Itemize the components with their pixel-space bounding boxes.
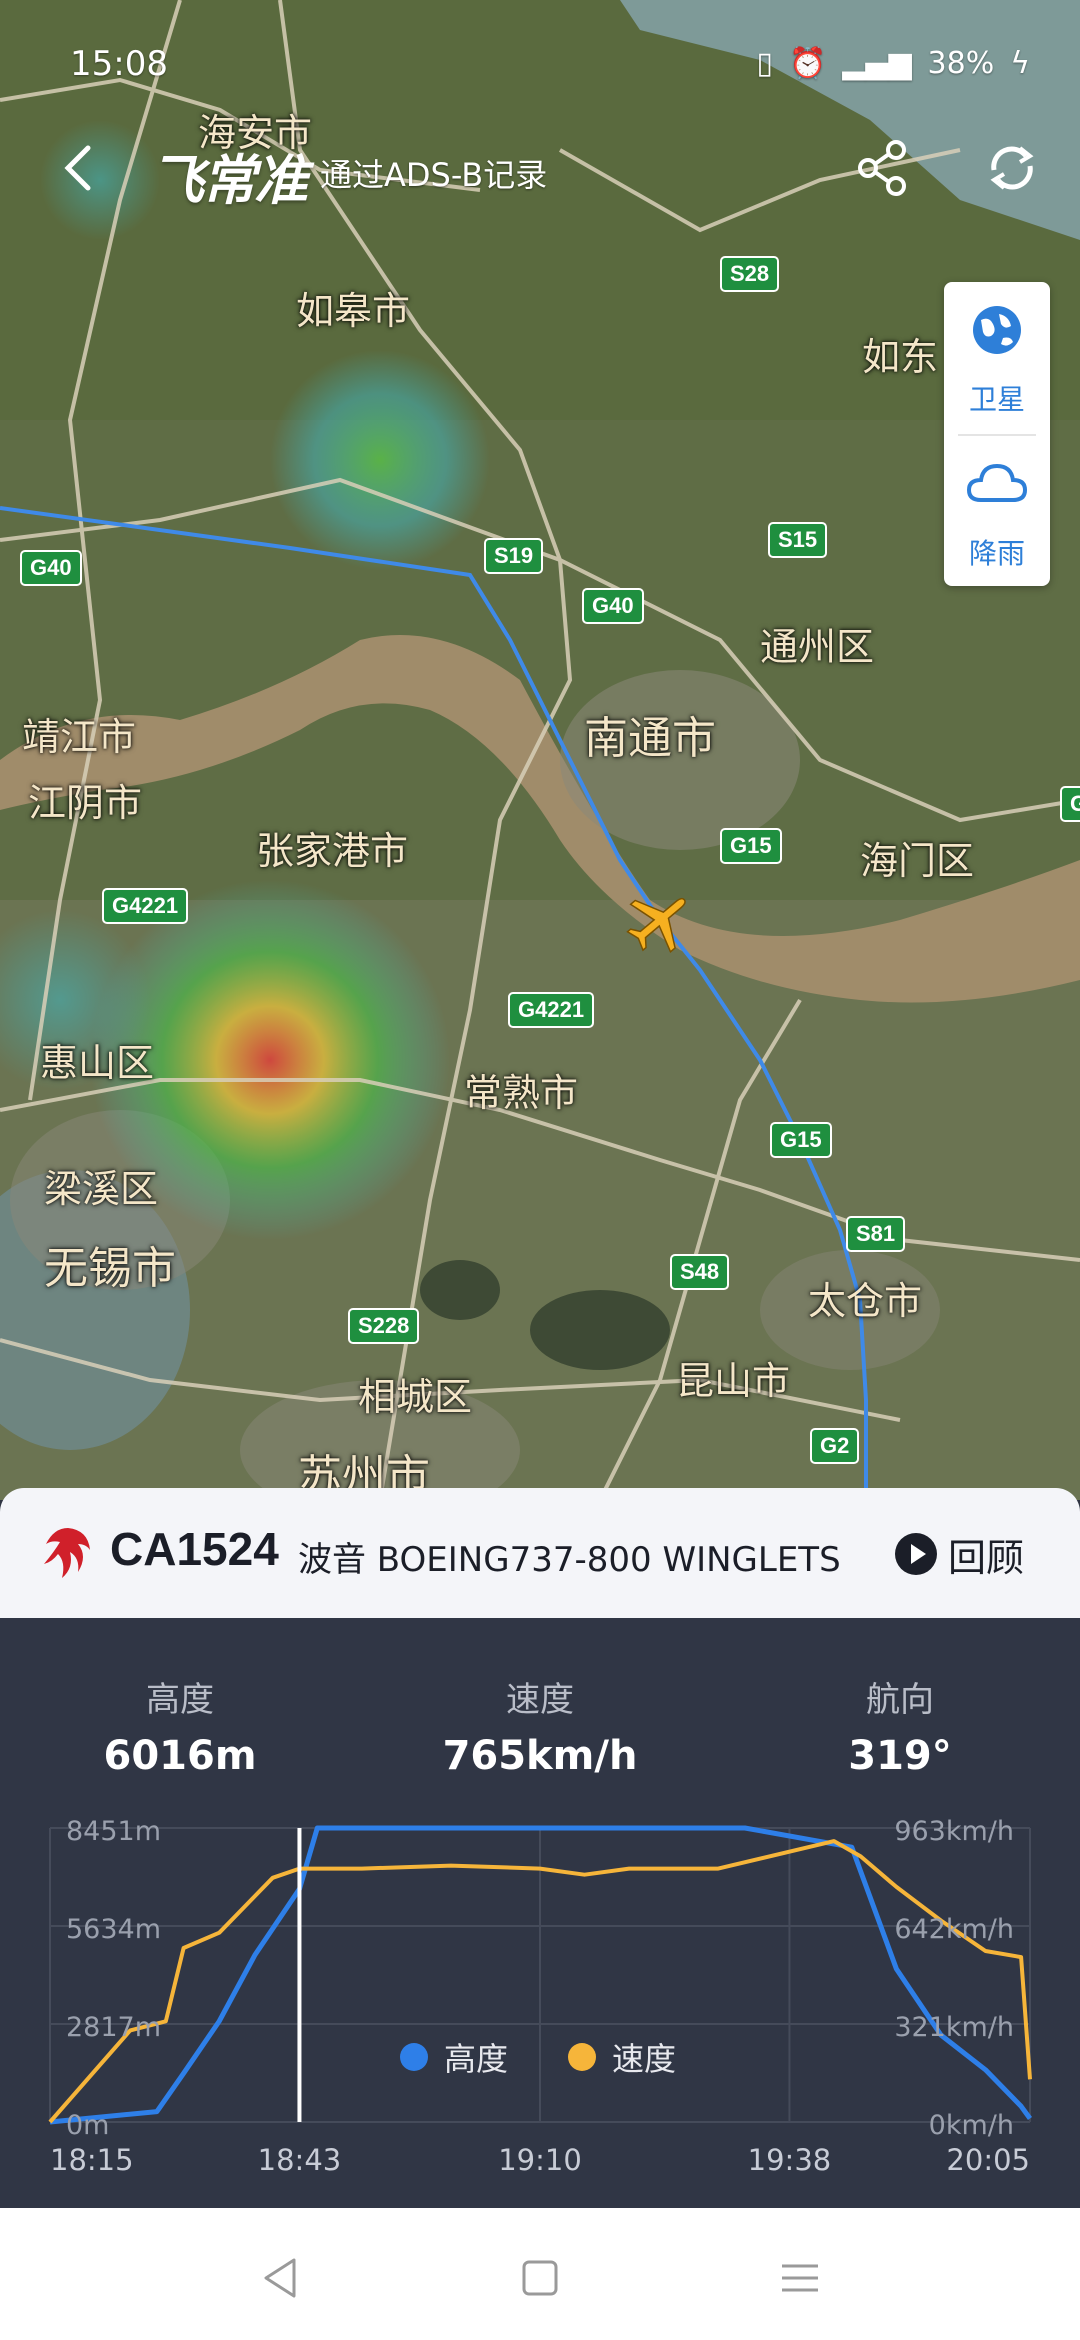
- city-label: 无锡市: [44, 1243, 176, 1294]
- city-label: 昆山市: [676, 1359, 791, 1403]
- satellite-map[interactable]: 15:08 ▯ ⏰ ▂▄▆ 38% ϟ 飞常准 通过ADS-B记录 卫星 降雨 …: [0, 0, 1080, 1500]
- city-label: 太仓市: [808, 1279, 923, 1323]
- road-shield: G4221: [508, 992, 595, 1028]
- road-shield: G15: [770, 1122, 832, 1158]
- city-label: 南通市: [584, 713, 716, 764]
- stat-heading: 航向 319°: [750, 1672, 1050, 1779]
- aircraft-type: 波音 BOEING737-800 WINGLETS: [298, 1540, 841, 1580]
- road-shield: G: [1060, 786, 1080, 822]
- city-label: 江阴市: [28, 781, 143, 825]
- replay-button[interactable]: 回顾: [894, 1524, 1024, 1584]
- stat-title: 航向: [866, 1680, 934, 1720]
- stat-title: 高度: [146, 1680, 214, 1720]
- flight-number: CA1524: [110, 1523, 279, 1575]
- stat-title: 速度: [506, 1680, 574, 1720]
- city-label: 海安市: [198, 111, 313, 155]
- layer-satellite-button[interactable]: 卫星: [944, 282, 1050, 432]
- road-shield: S19: [484, 538, 544, 574]
- layer-satellite-label: 卫星: [968, 383, 1025, 416]
- nav-home-icon[interactable]: [510, 2248, 570, 2308]
- city-label: 如皋市: [296, 289, 411, 333]
- road-shield: G40: [20, 550, 82, 586]
- status-time: 15:08: [70, 44, 168, 84]
- status-bar: 15:08 ▯ ⏰ ▂▄▆ 38% ϟ: [0, 0, 1080, 130]
- road-shield: S28: [720, 256, 780, 292]
- nav-menu-icon[interactable]: [770, 2248, 830, 2308]
- road-shield: G15: [720, 828, 782, 864]
- layer-rain-button[interactable]: 降雨: [944, 436, 1050, 586]
- layer-rain-label: 降雨: [968, 537, 1025, 570]
- system-nav-bar: [0, 2208, 1080, 2340]
- alarm-icon: ⏰: [788, 46, 827, 81]
- city-label: 梁溪区: [44, 1167, 159, 1211]
- city-label: 相城区: [358, 1375, 473, 1419]
- status-icons: ▯ ⏰ ▂▄▆ 38% ϟ: [756, 46, 1030, 81]
- city-label: 靖江市: [22, 715, 137, 759]
- globe-icon: [973, 306, 1021, 354]
- airplane-icon[interactable]: [624, 886, 694, 956]
- vibrate-icon: ▯: [756, 46, 773, 81]
- chart-legend: 高度 速度: [400, 2034, 676, 2080]
- stat-speed: 速度 765km/h: [390, 1672, 690, 1779]
- city-label: 通州区: [760, 625, 875, 669]
- legend-dot: [400, 2043, 428, 2071]
- stat-value: 6016m: [103, 1733, 257, 1779]
- signal-icon: ▂▄▆: [842, 46, 912, 81]
- stat-altitude: 高度 6016m: [30, 1672, 330, 1779]
- city-label: 常熟市: [464, 1071, 579, 1115]
- road-shield: G4221: [102, 888, 189, 924]
- city-label: 惠山区: [40, 1041, 155, 1085]
- nav-back-icon[interactable]: [250, 2248, 310, 2308]
- city-label: 海门区: [860, 839, 975, 883]
- refresh-icon[interactable]: [980, 136, 1044, 200]
- play-icon: [895, 1533, 937, 1575]
- city-label: 张家港市: [256, 829, 409, 873]
- back-arrow-icon[interactable]: [50, 138, 110, 198]
- city-label: 如东: [862, 335, 939, 379]
- road-shield: S228: [348, 1308, 420, 1344]
- road-shield: S48: [670, 1254, 730, 1290]
- road-shield: S15: [768, 522, 828, 558]
- legend-dot: [568, 2043, 597, 2071]
- legend-label: 高度: [444, 2040, 509, 2078]
- road-shield: G40: [582, 588, 644, 624]
- flight-info-header: CA1524 波音 BOEING737-800 WINGLETS 回顾: [0, 1488, 1080, 1618]
- legend-item-speed: 速度: [568, 2034, 676, 2080]
- flight-stats-panel: 高度 6016m 速度 765km/h 航向 319°: [0, 1618, 1080, 2208]
- legend-item-altitude: 高度: [400, 2034, 508, 2080]
- share-icon[interactable]: [850, 136, 914, 200]
- stat-value: 319°: [848, 1733, 952, 1779]
- replay-label: 回顾: [948, 1535, 1025, 1580]
- stat-value: 765km/h: [442, 1733, 638, 1779]
- map-layer-panel: 卫星 降雨: [944, 282, 1050, 586]
- cloud-icon: [967, 463, 1027, 502]
- battery-level: 38%: [927, 46, 995, 81]
- legend-label: 速度: [612, 2040, 677, 2078]
- airline-logo-icon: [44, 1528, 90, 1578]
- top-bar: 飞常准 通过ADS-B记录: [0, 130, 1080, 212]
- header-subtitle: 通过ADS-B记录: [320, 156, 548, 194]
- road-shield: G2: [810, 1428, 860, 1464]
- road-shield: S81: [846, 1216, 906, 1252]
- charging-icon: ϟ: [1010, 46, 1030, 81]
